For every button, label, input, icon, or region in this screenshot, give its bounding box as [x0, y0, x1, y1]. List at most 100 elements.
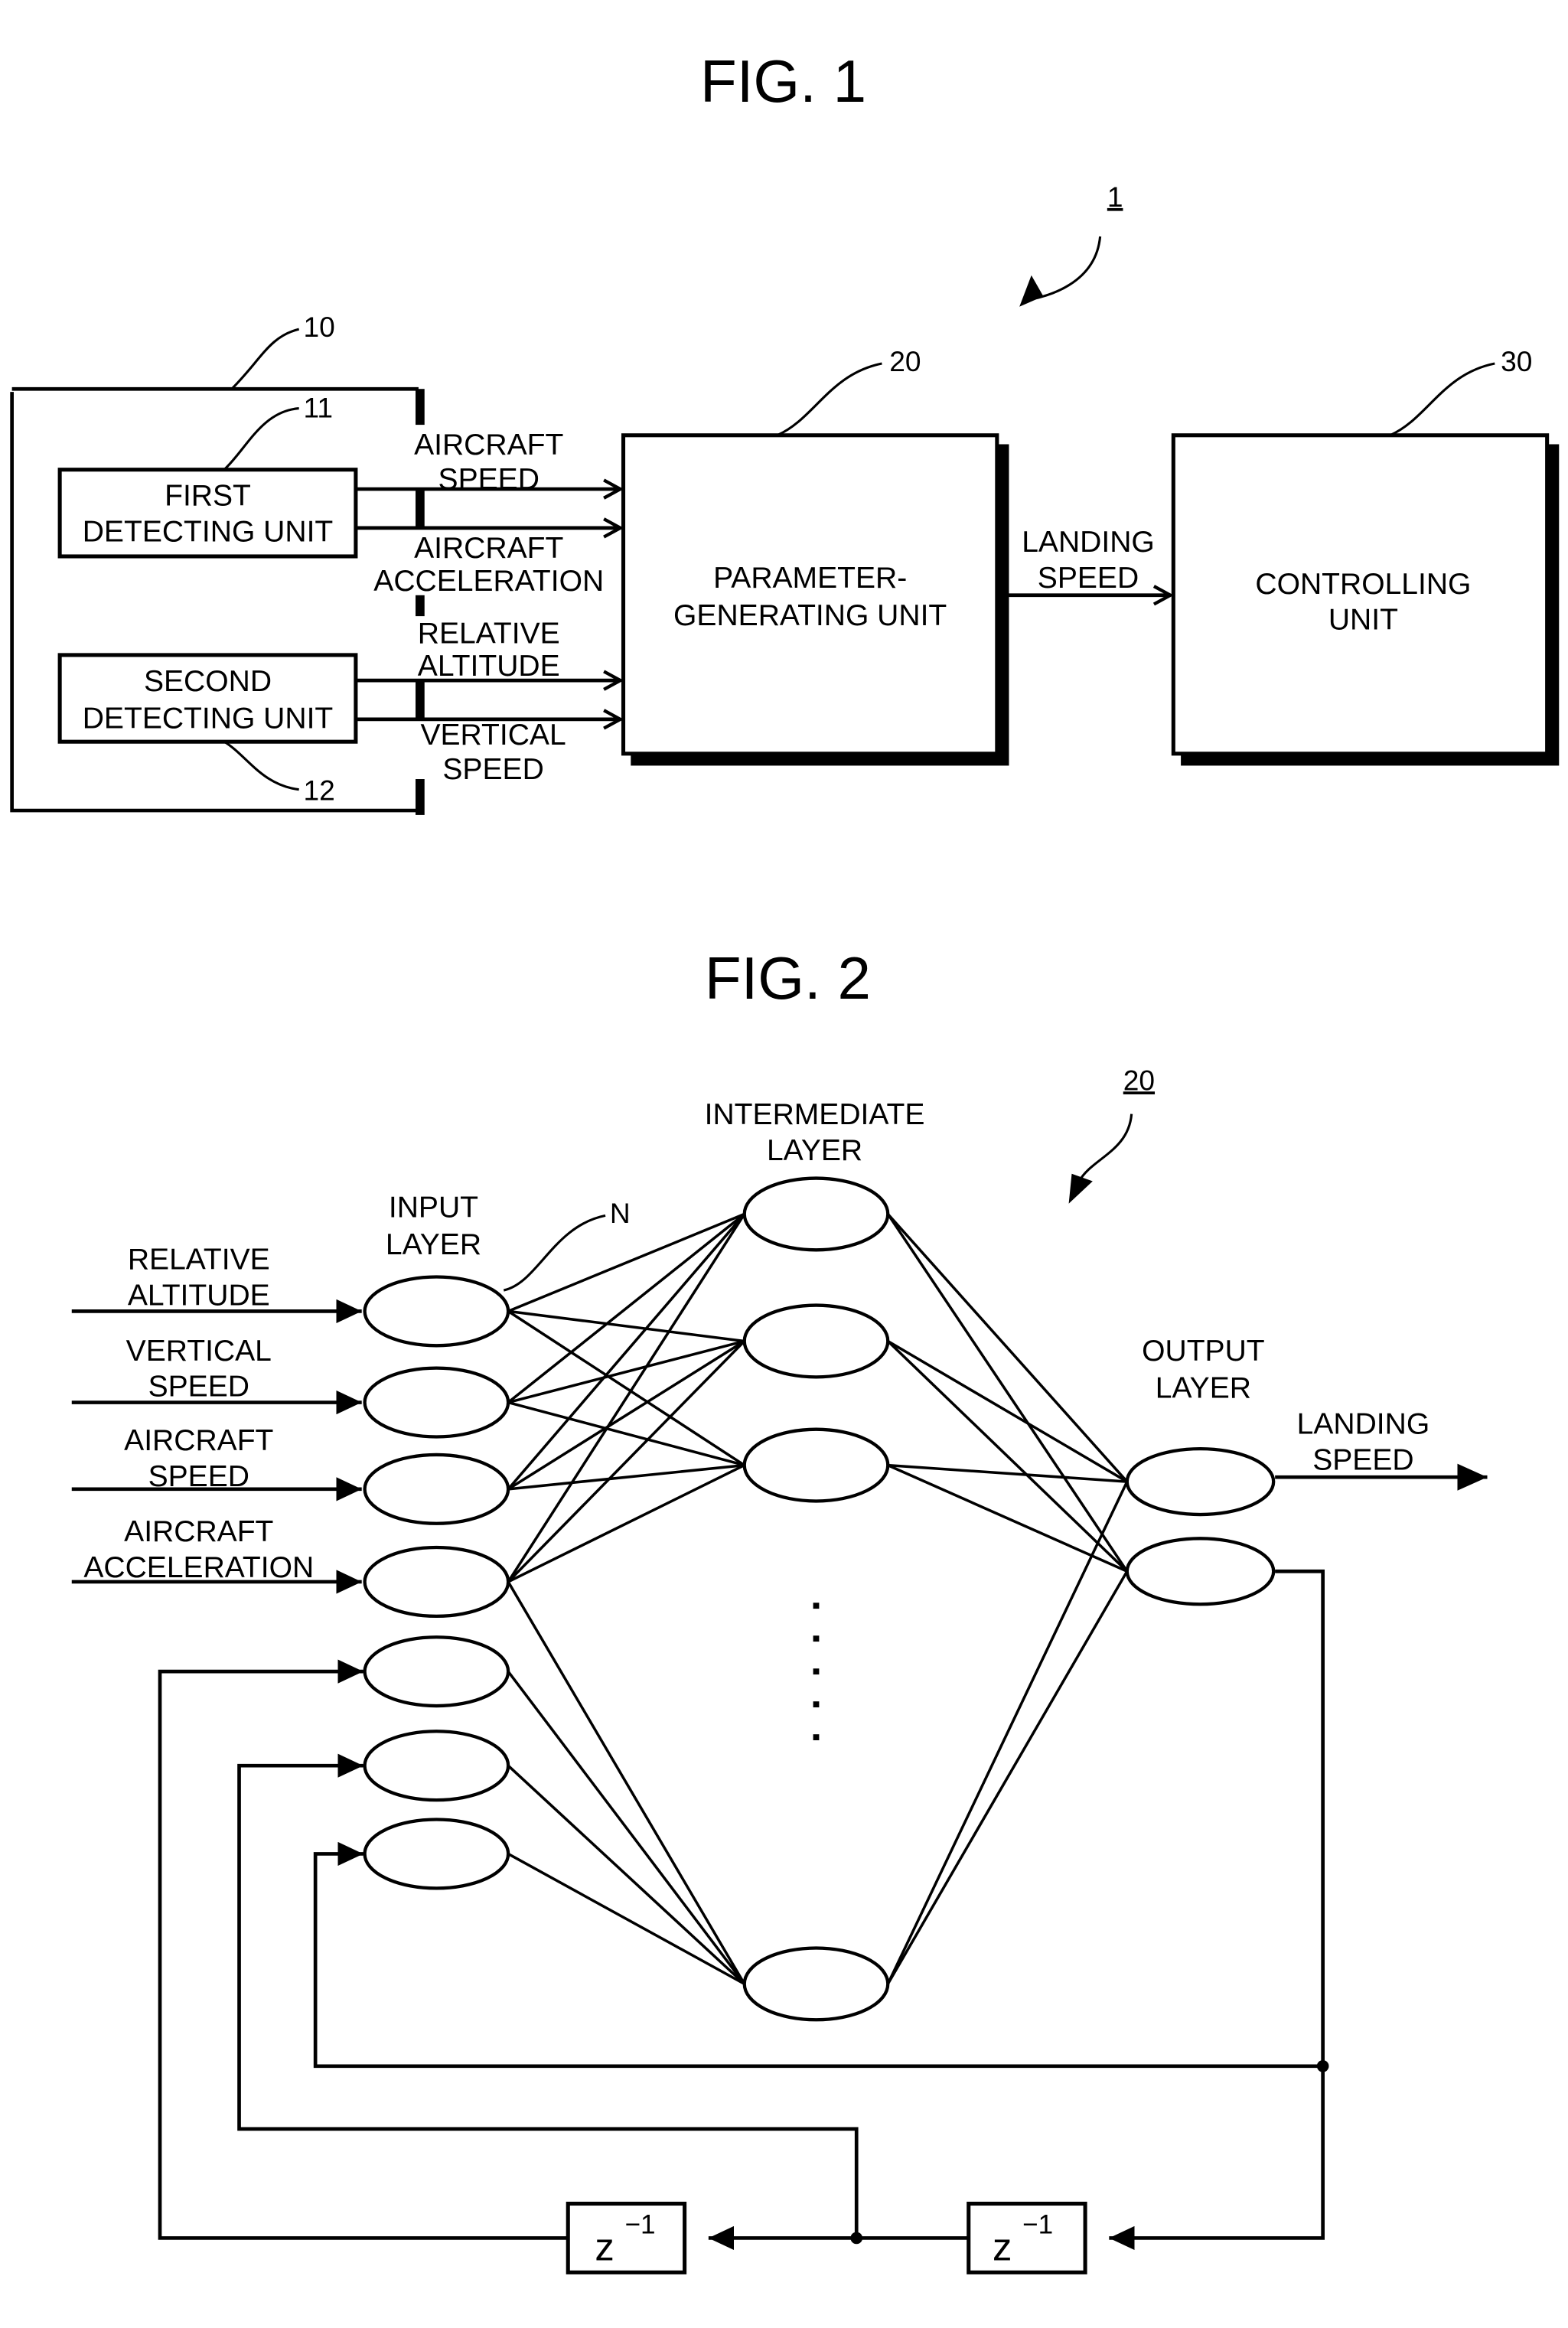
label-vertical-speed-1: VERTICAL	[420, 719, 566, 752]
label-aircraft-accel-2: ACCELERATION	[373, 565, 604, 598]
intermediate-layer-label-1: INTERMEDIATE	[705, 1098, 925, 1131]
input-label-aircraft-speed-1: AIRCRAFT	[124, 1424, 273, 1457]
input-label-relative-2: ALTITUDE	[128, 1280, 270, 1312]
intermediate-node	[742, 1176, 890, 1252]
figure-2: FIG. 2 20 INTERMEDIATE LAYER INPUT LAYER…	[71, 944, 1488, 2274]
label-vertical-speed-2: SPEED	[442, 753, 543, 786]
input-label-accel-2: ACCELERATION	[83, 1551, 314, 1584]
bracket-mark-2	[416, 595, 425, 617]
network-nodes	[363, 1176, 1276, 2022]
ref-12: 12	[304, 774, 335, 806]
connection-input-to-intermediate	[507, 1581, 746, 1985]
system-leader-line	[1031, 236, 1102, 301]
input-node	[363, 1366, 510, 1439]
connection-intermediate-to-output	[886, 1213, 1129, 1483]
ellipsis-dot	[813, 1668, 820, 1675]
input-signals: RELATIVE ALTITUDE VERTICAL SPEED AIRCRAF…	[71, 1244, 362, 1594]
label-relative-altitude-1: RELATIVE	[418, 617, 560, 650]
connection-intermediate-to-output	[887, 1339, 1128, 1483]
connection-input-to-intermediate	[507, 1671, 746, 1985]
label-aircraft-speed-2: SPEED	[438, 463, 540, 496]
intermediate-ellipsis	[813, 1603, 820, 1740]
connection-input-to-intermediate	[507, 1309, 745, 1467]
input-label-relative-1: RELATIVE	[128, 1244, 270, 1276]
parameter-unit-label-1: PARAMETER-	[713, 562, 907, 595]
intermediate-layer-label-2: LAYER	[767, 1134, 862, 1167]
first-unit-label-line2: DETECTING UNIT	[83, 515, 334, 548]
junction-dot-2	[850, 2232, 863, 2245]
network-arrowhead-icon	[1068, 1173, 1093, 1204]
input-label-vertical-1: VERTICAL	[126, 1335, 272, 1368]
label-landing-speed-1: LANDING	[1022, 526, 1155, 559]
output-layer-label-2: LAYER	[1156, 1372, 1251, 1405]
connection-input-to-intermediate	[507, 1340, 745, 1583]
input-layer-label-2: LAYER	[386, 1228, 481, 1261]
intermediate-node	[742, 1946, 890, 2022]
input-node	[363, 1545, 510, 1619]
input-label-aircraft-speed-2: SPEED	[148, 1460, 249, 1493]
controlling-unit: CONTROLLING UNIT 30	[1171, 345, 1560, 766]
output-node	[1125, 1446, 1276, 1517]
figure-1: FIG. 1 1 10 FIRST DETECTING UNIT 11 SECO…	[10, 47, 1560, 815]
output-node	[1125, 1537, 1276, 1606]
leader-12	[223, 740, 299, 791]
patent-figure-sheet: FIG. 1 1 10 FIRST DETECTING UNIT 11 SECO…	[10, 47, 1560, 2274]
intermediate-node	[742, 1303, 890, 1379]
fig2-title: FIG. 2	[705, 944, 871, 1012]
controlling-unit-label-2: UNIT	[1328, 604, 1398, 637]
node-marker-leader	[503, 1214, 606, 1292]
delay-exponent-2: −1	[1022, 2210, 1053, 2240]
input-label-vertical-2: SPEED	[148, 1371, 249, 1404]
label-relative-altitude-2: ALTITUDE	[418, 650, 560, 683]
feedback-main-line	[1109, 1569, 1325, 2251]
network-reference: 20	[1068, 1064, 1155, 1204]
system-reference: 1	[1019, 181, 1123, 307]
feedback-paths	[158, 1569, 1329, 2251]
leader-20	[777, 362, 882, 437]
input-label-accel-1: AIRCRAFT	[124, 1515, 273, 1548]
node-marker-label: N	[610, 1197, 631, 1229]
section-bracket-top	[416, 389, 425, 425]
landing-speed-signal: LANDING SPEED	[1009, 526, 1170, 595]
input-node	[363, 1635, 510, 1708]
bracket-mark-3	[416, 679, 425, 718]
connection-intermediate-to-output	[887, 1340, 1128, 1573]
controlling-unit-label-1: CONTROLLING	[1255, 568, 1471, 601]
ref-10: 10	[304, 311, 335, 343]
delay-z-1: z	[595, 2225, 614, 2269]
parameter-unit-label-2: GENERATING UNIT	[673, 599, 947, 632]
label-aircraft-speed-1: AIRCRAFT	[414, 429, 563, 461]
connection-input-to-intermediate	[507, 1339, 745, 1491]
fig1-signals: AIRCRAFT SPEED AIRCRAFT ACCELERATION REL…	[355, 429, 621, 786]
ref-20: 20	[889, 345, 921, 377]
first-detecting-unit: FIRST DETECTING UNIT 11	[57, 391, 358, 559]
input-layer-label-1: INPUT	[389, 1191, 478, 1224]
connection-input-to-intermediate	[507, 1464, 745, 1583]
delay-unit-2: z −1	[967, 2201, 1087, 2274]
label-aircraft-accel-1: AIRCRAFT	[414, 532, 563, 565]
connection-input-to-intermediate	[507, 1213, 745, 1404]
second-unit-label-line2: DETECTING UNIT	[83, 703, 334, 735]
second-unit-label-line1: SECOND	[144, 665, 272, 698]
network-leader-line	[1077, 1113, 1133, 1182]
input-node	[363, 1453, 510, 1525]
delay-unit-1: z −1	[566, 2201, 687, 2274]
ref-30: 30	[1501, 345, 1532, 377]
delay-exponent-1: −1	[624, 2210, 655, 2240]
output-layer-label-1: OUTPUT	[1142, 1335, 1265, 1368]
connection-intermediate-to-output	[888, 1463, 1127, 1483]
input-node	[363, 1275, 510, 1348]
first-unit-label-line1: FIRST	[165, 480, 251, 513]
connection-intermediate-to-output	[886, 1481, 1129, 1985]
network-ref-number: 20	[1123, 1064, 1155, 1096]
section-bracket-bottom	[416, 779, 425, 815]
input-node	[363, 1730, 510, 1802]
leader-11	[223, 407, 299, 471]
input-node	[363, 1818, 510, 1890]
connection-input-to-intermediate	[507, 1309, 745, 1343]
ref-11: 11	[304, 391, 334, 423]
bracket-mark-1	[416, 491, 425, 530]
system-ref-number: 1	[1107, 181, 1123, 213]
output-label-landing-1: LANDING	[1297, 1408, 1430, 1441]
label-landing-speed-2: SPEED	[1038, 562, 1139, 595]
